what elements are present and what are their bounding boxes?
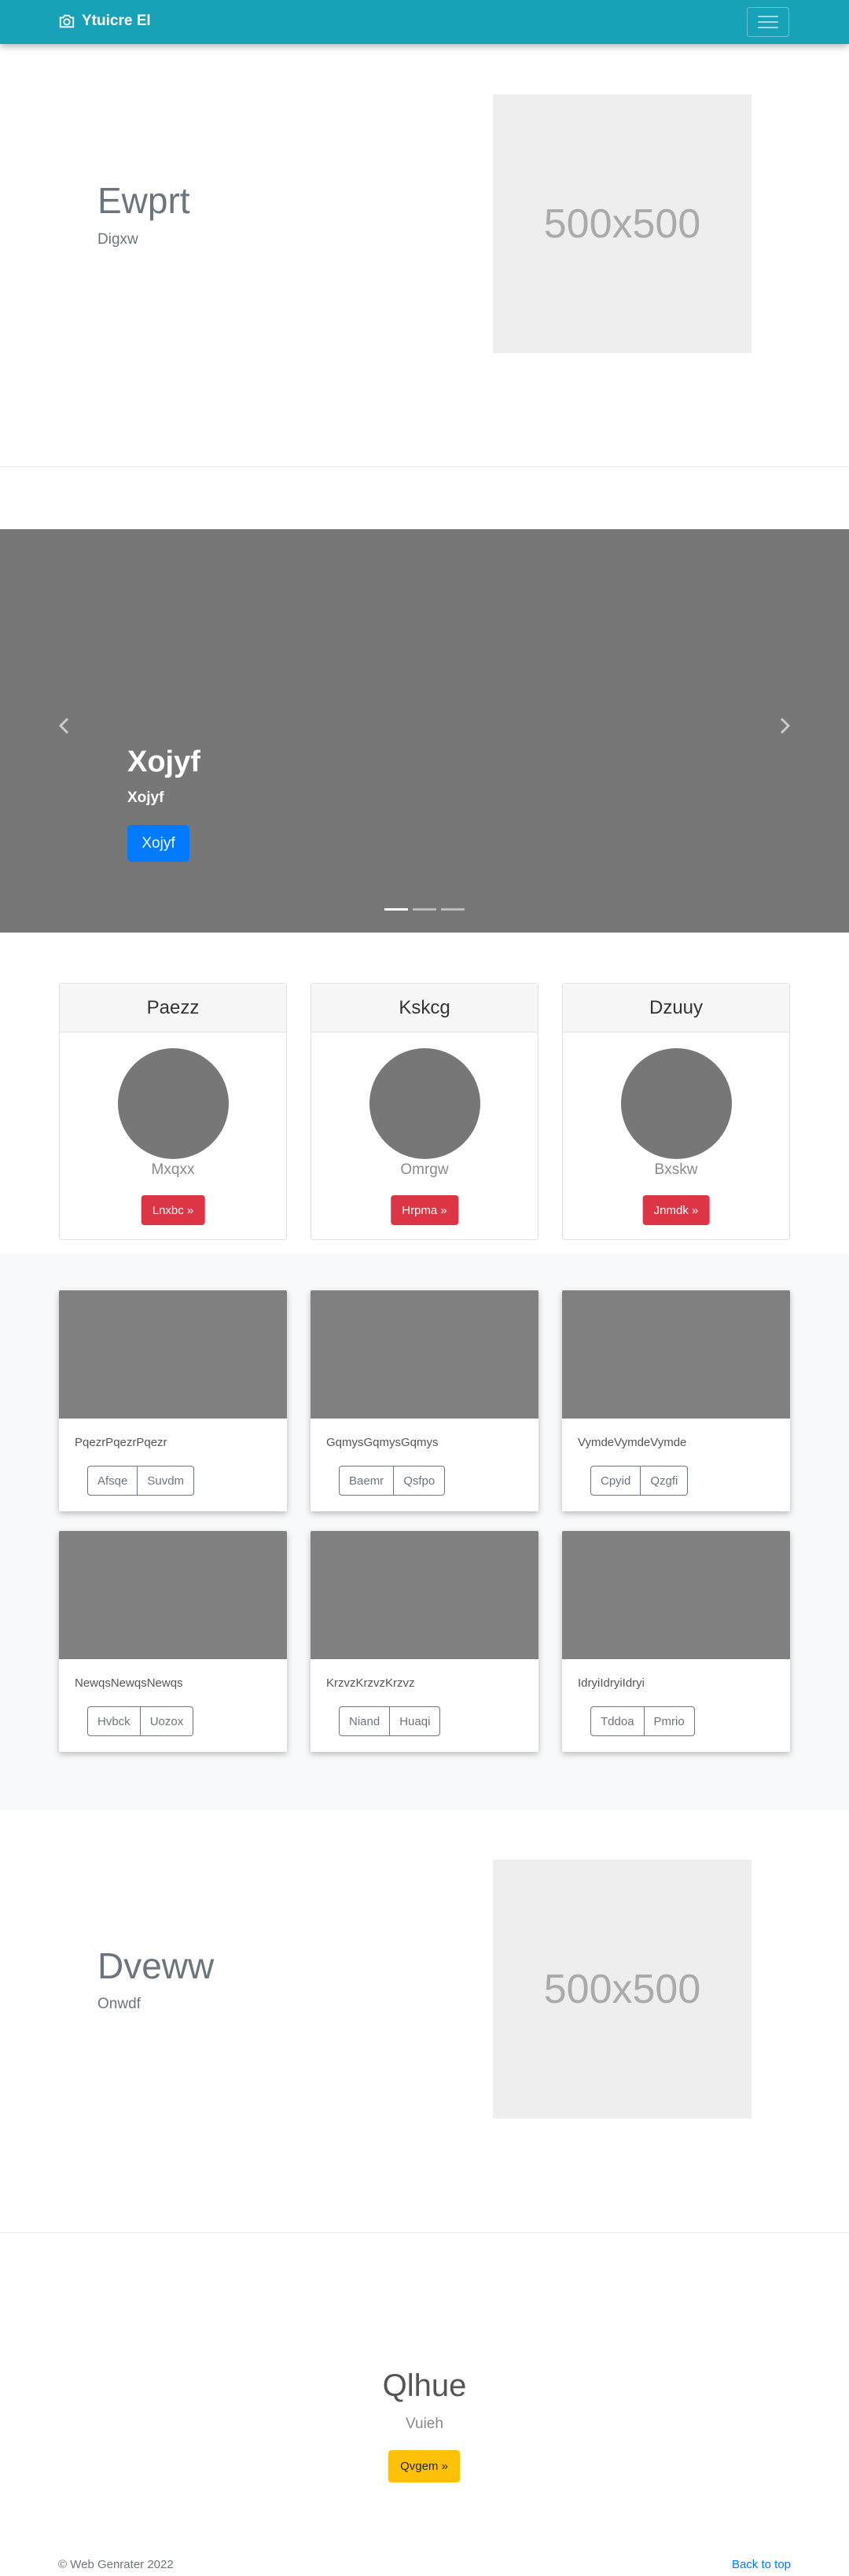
card-text: Mxqxx: [151, 1161, 195, 1178]
avatar-placeholder: [118, 1048, 229, 1159]
card-edit-button[interactable]: Pmrio: [644, 1706, 695, 1736]
divider: [0, 2232, 849, 2233]
card-view-button[interactable]: Afsqe: [87, 1466, 138, 1496]
card-view-button[interactable]: Tddoa: [590, 1706, 645, 1736]
hero-image: 500x500: [493, 1860, 752, 2118]
carousel-subtitle: Xojyf: [127, 789, 164, 806]
jumbotron-button[interactable]: Qvgem »: [388, 2450, 460, 2482]
image-label: 500x500: [543, 201, 701, 247]
card-image-placeholder: [562, 1531, 790, 1659]
jumbotron-title: Qlhue: [382, 2368, 467, 2403]
card-text: VymdeVymdeVymde: [578, 1436, 687, 1449]
card-button-group: Niand Huaqi: [339, 1706, 441, 1736]
card-text: IdryiIdryiIdryi: [578, 1676, 645, 1690]
carousel-title: Xojyf: [127, 745, 200, 778]
card-text: PqezrPqezrPqezr: [75, 1436, 167, 1449]
card-text: GqmysGqmysGqmys: [326, 1436, 439, 1449]
camera-icon: [59, 14, 75, 28]
card-button-group: Afsqe Suvdm: [87, 1466, 195, 1496]
card-button-group: Tddoa Pmrio: [590, 1706, 695, 1736]
carousel: Xojyf Xojyf Xojyf: [0, 529, 849, 933]
carousel-cta-button[interactable]: Xojyf: [127, 825, 189, 862]
hamburger-icon-line: [758, 21, 778, 23]
album-card: VymdeVymdeVymde Cpyid Qzgfi: [562, 1290, 790, 1511]
album-card: GqmysGqmysGqmys Baemr Qsfpo: [311, 1290, 538, 1511]
card-text: Omrgw: [400, 1161, 449, 1178]
card-view-button[interactable]: Baemr: [339, 1466, 395, 1496]
card-edit-button[interactable]: Qzgfi: [641, 1466, 689, 1496]
jumbotron-subtitle: Vuieh: [406, 2416, 443, 2432]
card-text: KrzvzKrzvzKrzvz: [326, 1676, 415, 1690]
card-view-button[interactable]: Cpyid: [590, 1466, 641, 1496]
avatar-placeholder: [369, 1048, 480, 1159]
card-text: Bxskw: [654, 1161, 698, 1178]
card-edit-button[interactable]: Huaqi: [390, 1706, 441, 1736]
carousel-indicator[interactable]: [441, 908, 465, 911]
hero-title: Ewprt: [97, 180, 190, 221]
back-to-top-link[interactable]: Back to top: [732, 2558, 791, 2571]
album-card: IdryiIdryiIdryi Tddoa Pmrio: [562, 1531, 790, 1752]
footer-copyright: © Web Genrater 2022: [58, 2558, 174, 2571]
card-image-placeholder: [311, 1290, 538, 1419]
card-button-group: Hvbck Uozox: [87, 1706, 194, 1736]
card-button-group: Baemr Qsfpo: [339, 1466, 446, 1496]
card-button-group: Cpyid Qzgfi: [590, 1466, 689, 1496]
card-header: Dzuuy: [563, 984, 789, 1032]
card-view-button[interactable]: Hvbck: [87, 1706, 141, 1736]
carousel-indicator[interactable]: [384, 908, 408, 911]
hero-subtitle: Digxw: [97, 231, 138, 248]
hamburger-icon-line: [758, 27, 778, 28]
hero-image: 500x500: [493, 94, 752, 353]
card-edit-button[interactable]: Uozox: [140, 1706, 194, 1736]
feature-card: Kskcg Omrgw Hrpma »: [311, 983, 538, 1240]
chevron-left-icon: [58, 717, 69, 734]
feature-card: Paezz Mxqxx Lnxbc »: [59, 983, 287, 1240]
navbar-toggler-button[interactable]: [747, 7, 789, 37]
navbar-brand[interactable]: Ytuicre El: [58, 13, 151, 30]
card-edit-button[interactable]: Qsfpo: [394, 1466, 446, 1496]
album-card: NewqsNewqsNewqs Hvbck Uozox: [59, 1531, 287, 1752]
card-image-placeholder: [59, 1290, 287, 1419]
card-button[interactable]: Lnxbc »: [141, 1195, 205, 1225]
navbar: Ytuicre El: [0, 0, 849, 44]
hero-subtitle: Onwdf: [97, 1996, 141, 2012]
card-button[interactable]: Jnmdk »: [642, 1195, 710, 1225]
card-header: Kskcg: [311, 984, 538, 1032]
album-card: KrzvzKrzvzKrzvz Niand Huaqi: [311, 1531, 538, 1752]
feature-card: Dzuuy Bxskw Jnmdk »: [562, 983, 790, 1240]
card-text: NewqsNewqsNewqs: [75, 1676, 183, 1690]
card-image-placeholder: [59, 1531, 287, 1659]
brand-label: Ytuicre El: [82, 13, 151, 29]
carousel-next-button[interactable]: [774, 710, 797, 742]
avatar-placeholder: [621, 1048, 732, 1159]
image-label: 500x500: [543, 1966, 701, 2012]
chevron-right-icon: [780, 717, 791, 734]
card-header: Paezz: [60, 984, 286, 1032]
card-image-placeholder: [562, 1290, 790, 1419]
carousel-indicators: [384, 908, 465, 911]
card-edit-button[interactable]: Suvdm: [138, 1466, 195, 1496]
card-view-button[interactable]: Niand: [339, 1706, 391, 1736]
card-image-placeholder: [311, 1531, 538, 1659]
card-button[interactable]: Hrpma »: [391, 1195, 458, 1225]
carousel-prev-button[interactable]: [52, 710, 75, 742]
divider: [0, 466, 849, 467]
hero-title: Dveww: [97, 1945, 215, 1986]
album-card: PqezrPqezrPqezr Afsqe Suvdm: [59, 1290, 287, 1511]
hamburger-icon: [758, 16, 778, 17]
carousel-indicator[interactable]: [413, 908, 436, 911]
